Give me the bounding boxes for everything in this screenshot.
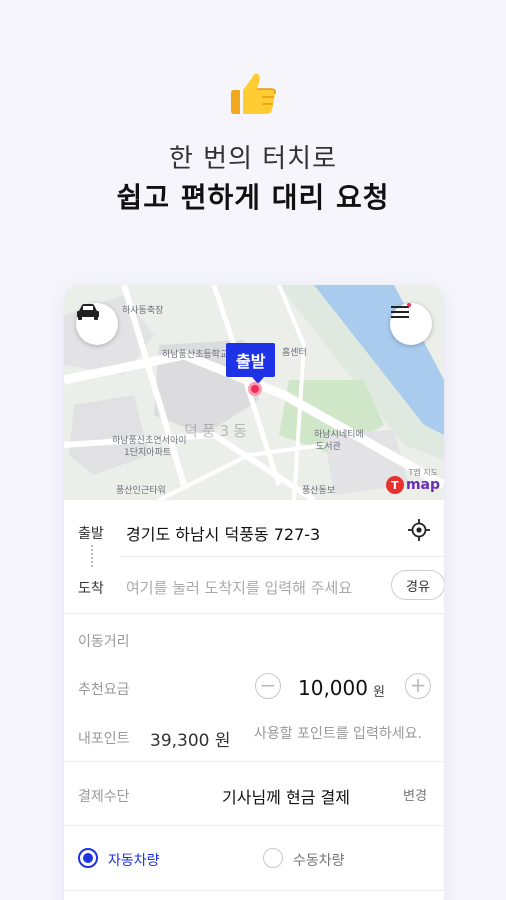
hero-section: 한 번의 터치로 쉽고 편하게 대리 요청 [0, 0, 506, 270]
map-place-label: 하사동축장 [122, 306, 164, 316]
auto-transmission-radio[interactable] [78, 848, 98, 868]
map-place-label: 하남풍산초등학교 [162, 350, 229, 360]
current-location-icon[interactable] [408, 519, 430, 541]
depart-label: 출발 [78, 526, 104, 542]
map-provider-sub: T맵 지도 [408, 468, 438, 477]
map-provider-name: map [405, 477, 440, 493]
payment-method-label: 결제수단 [78, 789, 130, 805]
arrive-input[interactable]: 여기를 눌러 도착지를 입력해 주세요 [126, 577, 352, 598]
map-place-label: 도서관 [316, 442, 341, 452]
section-divider [64, 613, 444, 614]
section-divider [64, 761, 444, 762]
map-area-label: 덕풍3동 [184, 422, 251, 440]
map-place-label: 홈센터 [282, 348, 307, 358]
manual-transmission-label[interactable]: 수동차량 [293, 850, 345, 870]
section-divider [64, 825, 444, 826]
route-divider [120, 556, 444, 557]
depart-address[interactable]: 경기도 하남시 덕풍동 727-3 [126, 521, 320, 545]
section-divider [64, 890, 444, 891]
payment-method-value: 기사님께 현금 결제 [222, 788, 350, 807]
fare-unit: 원 [373, 685, 385, 700]
distance-label: 이동거리 [78, 634, 130, 650]
my-points-label: 내포인트 [78, 731, 130, 747]
decrease-fare-button[interactable]: − [255, 673, 281, 699]
via-button[interactable]: 경유 [391, 570, 444, 600]
my-points-value: 39,300 원 [150, 731, 231, 751]
map-view[interactable]: 하사동축장 하남풍산초등학교 하남풍산초연서아이 1단지아파트 풍산인근타워 하… [64, 285, 444, 500]
arrive-label: 도착 [78, 581, 104, 597]
car-button[interactable] [76, 303, 118, 345]
depart-pin-label: 출발 [226, 343, 276, 384]
map-place-label: 1단지아파트 [124, 448, 172, 458]
car-icon [77, 304, 99, 320]
map-place-label: 풍산동보 [302, 486, 336, 496]
change-payment-button[interactable]: 변경 [403, 785, 427, 804]
headline-line-1: 한 번의 터치로 [168, 144, 338, 174]
manual-transmission-radio[interactable] [263, 848, 283, 868]
request-card: 하사동축장 하남풍산초등학교 하남풍산초연서아이 1단지아파트 풍산인근타워 하… [64, 285, 444, 900]
recommend-fare-label: 추천요금 [78, 682, 130, 698]
menu-icon [391, 303, 411, 318]
tmap-logo-icon: T [385, 476, 404, 494]
increase-fare-button[interactable]: + [405, 673, 431, 699]
map-provider-logo: T맵 지도 T map [385, 468, 440, 494]
headline-line-2: 쉽고 편하게 대리 요청 [116, 181, 390, 214]
menu-button[interactable] [390, 303, 432, 345]
recommend-fare-value: 10,000 [298, 676, 368, 700]
location-pin-icon[interactable] [248, 382, 262, 396]
map-place-label: 풍산인근타워 [116, 486, 166, 496]
points-input[interactable] [254, 726, 444, 742]
thumbs-up-icon [231, 73, 276, 114]
route-connector [91, 545, 93, 567]
auto-transmission-label[interactable]: 자동차량 [108, 850, 160, 870]
